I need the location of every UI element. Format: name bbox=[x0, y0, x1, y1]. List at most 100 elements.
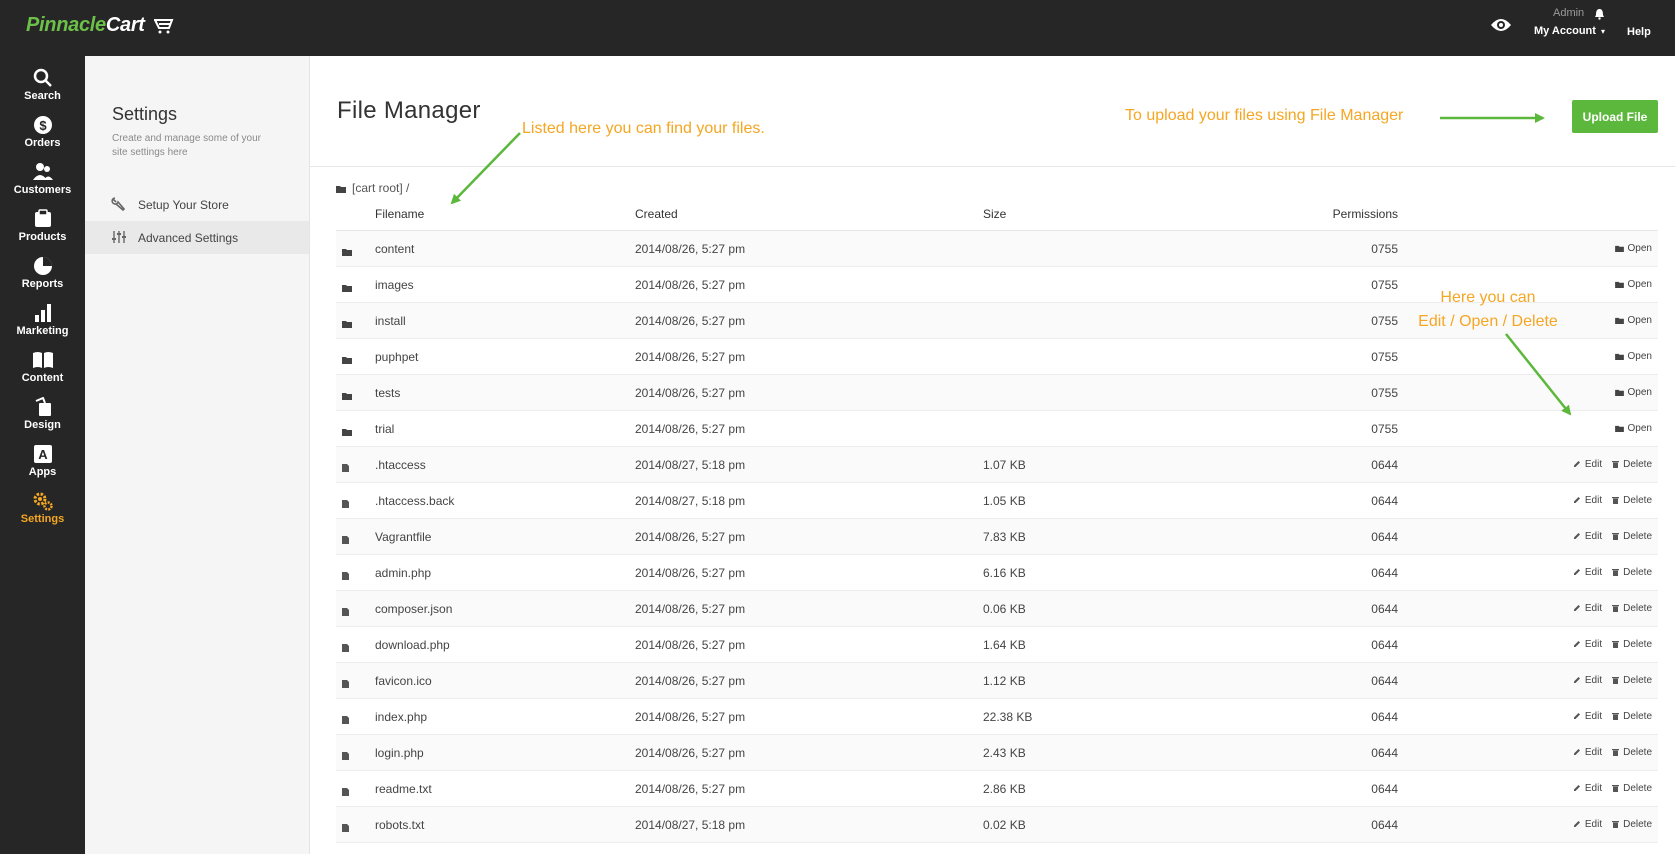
file-icon bbox=[342, 824, 349, 832]
table-row[interactable]: composer.json 2014/08/26, 5:27 pm 0.06 KB 0… bbox=[336, 591, 1658, 627]
edit-button[interactable]: Edit bbox=[1573, 639, 1602, 650]
delete-button[interactable]: Delete bbox=[1612, 783, 1652, 794]
filename-cell[interactable]: tests bbox=[375, 386, 400, 400]
open-button[interactable]: Open bbox=[1614, 279, 1652, 290]
row-actions: Open bbox=[1605, 243, 1652, 254]
row-actions: Edit Delete bbox=[1563, 675, 1652, 686]
delete-button[interactable]: Delete bbox=[1612, 603, 1652, 614]
permissions-cell: 0644 bbox=[1371, 746, 1398, 760]
pencil-icon bbox=[1573, 569, 1580, 575]
size-cell: 0.06 KB bbox=[983, 602, 1026, 616]
edit-button[interactable]: Edit bbox=[1573, 783, 1602, 794]
column-header-filename[interactable]: Filename bbox=[375, 207, 424, 221]
edit-button[interactable]: Edit bbox=[1573, 567, 1602, 578]
nav-item-reports[interactable]: Reports bbox=[0, 256, 85, 300]
edit-button[interactable]: Edit bbox=[1573, 711, 1602, 722]
table-row[interactable]: .htaccess.back 2014/08/27, 5:18 pm 1.05 KB… bbox=[336, 483, 1658, 519]
filename-cell[interactable]: .htaccess bbox=[375, 458, 426, 472]
pinnaclecart-logo[interactable]: PinnacleCart bbox=[26, 14, 174, 37]
delete-button[interactable]: Delete bbox=[1612, 747, 1652, 758]
open-button[interactable]: Open bbox=[1614, 387, 1652, 398]
table-row[interactable]: index.php 2014/08/26, 5:27 pm 22.38 KB 0644… bbox=[336, 699, 1658, 735]
filename-cell[interactable]: composer.json bbox=[375, 602, 452, 616]
edit-button[interactable]: Edit bbox=[1573, 459, 1602, 470]
nav-item-apps[interactable]: A Apps bbox=[0, 444, 85, 488]
nav-item-settings[interactable]: Settings bbox=[0, 491, 85, 535]
delete-button[interactable]: Delete bbox=[1612, 531, 1652, 542]
filename-cell[interactable]: index.php bbox=[375, 710, 427, 724]
delete-button[interactable]: Delete bbox=[1612, 819, 1652, 830]
table-row[interactable]: favicon.ico 2014/08/26, 5:27 pm 1.12 KB 064… bbox=[336, 663, 1658, 699]
row-actions: Edit Delete bbox=[1563, 603, 1652, 614]
table-row[interactable]: readme.txt 2014/08/26, 5:27 pm 2.86 KB 0644… bbox=[336, 771, 1658, 807]
nav-item-search[interactable]: Search bbox=[0, 68, 85, 112]
notification-bell-icon[interactable] bbox=[1594, 8, 1605, 20]
filename-cell[interactable]: admin.php bbox=[375, 566, 431, 580]
file-table-header: Filename Created Size Permissions bbox=[336, 205, 1658, 231]
delete-button[interactable]: Delete bbox=[1612, 639, 1652, 650]
table-row[interactable]: robots.txt 2014/08/27, 5:18 pm 0.02 KB 0644… bbox=[336, 807, 1658, 843]
filename-cell[interactable]: login.php bbox=[375, 746, 424, 760]
filename-cell[interactable]: .htaccess.back bbox=[375, 494, 454, 508]
nav-item-design[interactable]: Design bbox=[0, 397, 85, 441]
table-row[interactable]: content 2014/08/26, 5:27 pm 0755 Open bbox=[336, 231, 1658, 267]
filename-cell[interactable]: Vagrantfile bbox=[375, 530, 431, 544]
delete-button[interactable]: Delete bbox=[1612, 675, 1652, 686]
delete-button[interactable]: Delete bbox=[1612, 567, 1652, 578]
nav-item-marketing[interactable]: Marketing bbox=[0, 303, 85, 347]
admin-label: Admin bbox=[1553, 7, 1585, 19]
permissions-cell: 0644 bbox=[1371, 818, 1398, 832]
filename-cell[interactable]: robots.txt bbox=[375, 818, 424, 832]
table-row[interactable]: download.php 2014/08/26, 5:27 pm 1.64 KB 06… bbox=[336, 627, 1658, 663]
filename-cell[interactable]: puphpet bbox=[375, 350, 418, 364]
delete-button[interactable]: Delete bbox=[1612, 459, 1652, 470]
table-row[interactable]: admin.php 2014/08/26, 5:27 pm 6.16 KB 0644 E… bbox=[336, 555, 1658, 591]
view-store-eye-icon[interactable] bbox=[1490, 17, 1512, 33]
open-button[interactable]: Open bbox=[1614, 351, 1652, 362]
trash-icon bbox=[1612, 569, 1620, 576]
column-header-created[interactable]: Created bbox=[635, 207, 678, 221]
filename-cell[interactable]: readme.txt bbox=[375, 782, 432, 796]
nav-item-products[interactable]: Products bbox=[0, 209, 85, 253]
filename-cell[interactable]: download.php bbox=[375, 638, 450, 652]
row-actions: Edit Delete bbox=[1563, 639, 1652, 650]
subnav-item-setup-your-store[interactable]: Setup Your Store bbox=[85, 188, 309, 221]
table-row[interactable]: puphpet 2014/08/26, 5:27 pm 0755 Open bbox=[336, 339, 1658, 375]
subnav-item-advanced-settings[interactable]: Advanced Settings bbox=[85, 221, 309, 254]
edit-button[interactable]: Edit bbox=[1573, 747, 1602, 758]
nav-item-customers[interactable]: Customers bbox=[0, 162, 85, 206]
bar-chart-icon bbox=[34, 304, 51, 322]
nav-item-content[interactable]: Content bbox=[0, 350, 85, 394]
edit-button[interactable]: Edit bbox=[1573, 675, 1602, 686]
permissions-cell: 0644 bbox=[1371, 782, 1398, 796]
trash-icon bbox=[1612, 821, 1620, 828]
column-header-size[interactable]: Size bbox=[983, 207, 1006, 221]
open-button[interactable]: Open bbox=[1614, 423, 1652, 434]
delete-button[interactable]: Delete bbox=[1612, 711, 1652, 722]
table-row[interactable]: trial 2014/08/26, 5:27 pm 0755 Open bbox=[336, 411, 1658, 447]
my-account-menu[interactable]: My Account ▾ bbox=[1534, 25, 1605, 37]
file-icon bbox=[342, 572, 349, 580]
filename-cell[interactable]: favicon.ico bbox=[375, 674, 432, 688]
filename-cell[interactable]: content bbox=[375, 242, 414, 256]
edit-button[interactable]: Edit bbox=[1573, 531, 1602, 542]
help-link[interactable]: Help bbox=[1627, 26, 1651, 38]
permissions-cell: 0644 bbox=[1371, 710, 1398, 724]
table-row[interactable]: Vagrantfile 2014/08/26, 5:27 pm 7.83 KB 064… bbox=[336, 519, 1658, 555]
row-actions: Open bbox=[1605, 351, 1652, 362]
edit-button[interactable]: Edit bbox=[1573, 819, 1602, 830]
filename-cell[interactable]: install bbox=[375, 314, 406, 328]
column-header-permissions[interactable]: Permissions bbox=[1298, 207, 1398, 221]
table-row[interactable]: login.php 2014/08/26, 5:27 pm 2.43 KB 0644 E… bbox=[336, 735, 1658, 771]
table-row[interactable]: .htaccess 2014/08/27, 5:18 pm 1.07 KB 0644 E… bbox=[336, 447, 1658, 483]
filename-cell[interactable]: images bbox=[375, 278, 414, 292]
table-row[interactable]: tests 2014/08/26, 5:27 pm 0755 Open bbox=[336, 375, 1658, 411]
nav-item-orders[interactable]: $ Orders bbox=[0, 115, 85, 159]
upload-file-button[interactable]: Upload File bbox=[1572, 100, 1658, 133]
open-button[interactable]: Open bbox=[1614, 243, 1652, 254]
filename-cell[interactable]: trial bbox=[375, 422, 394, 436]
delete-button[interactable]: Delete bbox=[1612, 495, 1652, 506]
edit-button[interactable]: Edit bbox=[1573, 495, 1602, 506]
open-button[interactable]: Open bbox=[1614, 315, 1652, 326]
edit-button[interactable]: Edit bbox=[1573, 603, 1602, 614]
